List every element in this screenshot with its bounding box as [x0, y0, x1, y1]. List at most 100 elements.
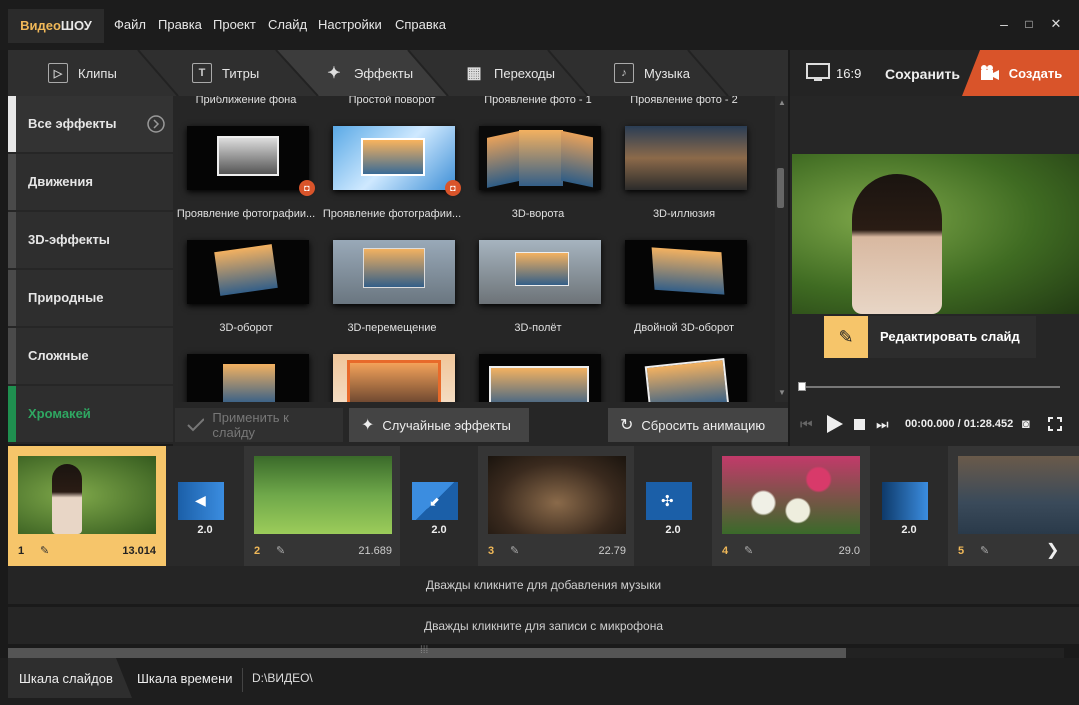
effect-thumb[interactable] [187, 240, 309, 304]
category-marker [8, 386, 16, 442]
music-lane[interactable]: Дважды кликните для добавления музыки [8, 566, 1079, 604]
slide-thumbnail [18, 456, 156, 534]
transition-item[interactable]: 2.0 [870, 446, 948, 566]
tab-transitions[interactable]: ▦ Переходы [464, 50, 555, 96]
tab-music-label: Музыка [644, 65, 690, 81]
tab-titles[interactable]: T Титры [192, 50, 259, 96]
category-chromakey[interactable]: Хромакей [8, 386, 173, 442]
menu-file[interactable]: Файл [114, 17, 146, 32]
timeline-scrollbar[interactable]: ⁞⁞⁞ [8, 645, 1064, 658]
effect-thumb[interactable] [333, 354, 455, 402]
effects-grid: Приближение фона Простой поворот Проявле… [173, 96, 788, 402]
menu-edit[interactable]: Правка [158, 17, 202, 32]
pencil-icon[interactable]: ✎ [510, 544, 519, 557]
slide-item-4[interactable]: 4 ✎ 29.0 [712, 446, 870, 566]
tab-clips[interactable]: ▷ Клипы [48, 50, 117, 96]
tab-music[interactable]: ♪ Музыка [614, 50, 690, 96]
category-label: Хромакей [28, 406, 91, 421]
slide-item-1[interactable]: 1 ✎ 13.014 [8, 446, 166, 566]
menu-slide[interactable]: Слайд [268, 17, 307, 32]
text-icon: T [192, 63, 212, 83]
slide-duration: 22.79 [598, 545, 626, 557]
check-icon [187, 418, 205, 432]
fullscreen-icon[interactable] [1048, 417, 1062, 431]
category-complex[interactable]: Сложные [8, 328, 173, 384]
preview-progress-thumb[interactable] [798, 382, 806, 391]
category-motion[interactable]: Движения [8, 154, 173, 210]
time-current: 00:00.000 [905, 418, 955, 430]
pencil-icon[interactable]: ✎ [980, 544, 989, 557]
magic-wand-icon: ✦ [361, 417, 375, 434]
effect-thumb[interactable]: ◘ [333, 126, 461, 196]
category-label: Все эффекты [28, 116, 117, 131]
minimize-icon[interactable]: – [994, 14, 1014, 34]
tab-time-view[interactable]: Шкала времени [137, 671, 233, 686]
transition-duration: 2.0 [431, 524, 447, 536]
menu-project[interactable]: Проект [213, 17, 256, 32]
snapshot-icon[interactable]: ◙ [1022, 416, 1030, 431]
stop-icon[interactable] [854, 419, 865, 430]
effect-thumb[interactable] [479, 240, 601, 304]
pencil-icon[interactable]: ✎ [276, 544, 285, 557]
apply-to-slide-button[interactable]: Применить к слайду [175, 408, 343, 442]
effect-thumb[interactable] [479, 126, 601, 190]
effect-thumb[interactable] [479, 354, 601, 402]
aspect-ratio[interactable]: 16:9 [836, 66, 861, 81]
effect-label: Двойной 3D-оборот [633, 322, 735, 334]
effect-label: 3D-иллюзия [652, 208, 716, 220]
play-icon[interactable] [826, 414, 844, 434]
tab-transitions-label: Переходы [494, 65, 555, 81]
slide-number: 3 [488, 545, 495, 557]
maximize-icon[interactable]: □ [1019, 14, 1039, 34]
reset-animation-button[interactable]: ↻ Сбросить анимацию [608, 408, 788, 442]
effect-thumb[interactable] [187, 354, 309, 402]
category-nature[interactable]: Природные [8, 270, 173, 326]
chevron-right-icon[interactable]: ❯ [1046, 540, 1059, 560]
category-3d[interactable]: 3D-эффекты [8, 212, 173, 268]
effect-label: Проявление фотографии... [322, 208, 462, 220]
slide-item-2[interactable]: 2 ✎ 21.689 [244, 446, 402, 566]
close-icon[interactable]: ✕ [1046, 14, 1066, 34]
menu-help[interactable]: Справка [395, 17, 446, 32]
edit-slide-button[interactable]: ✎ Редактировать слайд [824, 316, 1036, 358]
logo-text-b: ШОУ [60, 18, 92, 33]
microphone-lane[interactable]: Дважды кликните для записи с микрофона [8, 606, 1079, 644]
next-icon[interactable]: ⏭ [876, 416, 889, 433]
monitor-icon [806, 63, 830, 81]
preview-progress-track[interactable] [804, 386, 1060, 388]
previous-icon[interactable]: ⏮ [800, 416, 813, 433]
category-all-effects[interactable]: Все эффекты [8, 96, 173, 152]
transition-item[interactable]: ⬋ 2.0 [400, 446, 478, 566]
photo-frame [223, 364, 275, 402]
effect-thumb[interactable] [333, 240, 455, 304]
category-marker [8, 328, 16, 384]
scrollbar-thumb[interactable] [777, 168, 784, 208]
transition-thumbnail: ◀ [178, 482, 224, 520]
transition-item[interactable]: ✣ 2.0 [634, 446, 712, 566]
slide-item-3[interactable]: 3 ✎ 22.79 [478, 446, 636, 566]
menu-settings[interactable]: Настройки [318, 17, 382, 32]
scroll-up-icon[interactable]: ▲ [778, 98, 786, 107]
effect-label: Проявление фотографии... [176, 208, 316, 220]
effect-thumb[interactable] [625, 354, 747, 402]
effect-label: 3D-оборот [219, 322, 273, 334]
effect-label: Приближение фона [195, 96, 297, 106]
scroll-down-icon[interactable]: ▼ [778, 388, 786, 397]
photo-frame [347, 360, 441, 402]
category-marker [8, 270, 16, 326]
random-effects-button[interactable]: ✦ Случайные эффекты [349, 408, 529, 442]
effect-thumb[interactable] [625, 126, 747, 190]
create-button[interactable]: Создать [962, 50, 1079, 96]
save-button[interactable]: Сохранить [885, 66, 960, 82]
tab-effects[interactable]: ✦ Эффекты [324, 50, 413, 96]
effect-thumb[interactable] [625, 240, 747, 304]
pencil-icon[interactable]: ✎ [744, 544, 753, 557]
refresh-icon: ↻ [620, 417, 634, 434]
transition-item[interactable]: ◀ 2.0 [166, 446, 244, 566]
slide-thumbnail [254, 456, 392, 534]
effects-scrollbar[interactable]: ▲ ▼ [775, 96, 788, 402]
effect-thumb[interactable]: ◘ [187, 126, 315, 196]
slide-item-5[interactable]: 5 ✎ ❯ [948, 446, 1079, 566]
pencil-icon[interactable]: ✎ [40, 544, 49, 557]
slide-thumbnail [722, 456, 860, 534]
